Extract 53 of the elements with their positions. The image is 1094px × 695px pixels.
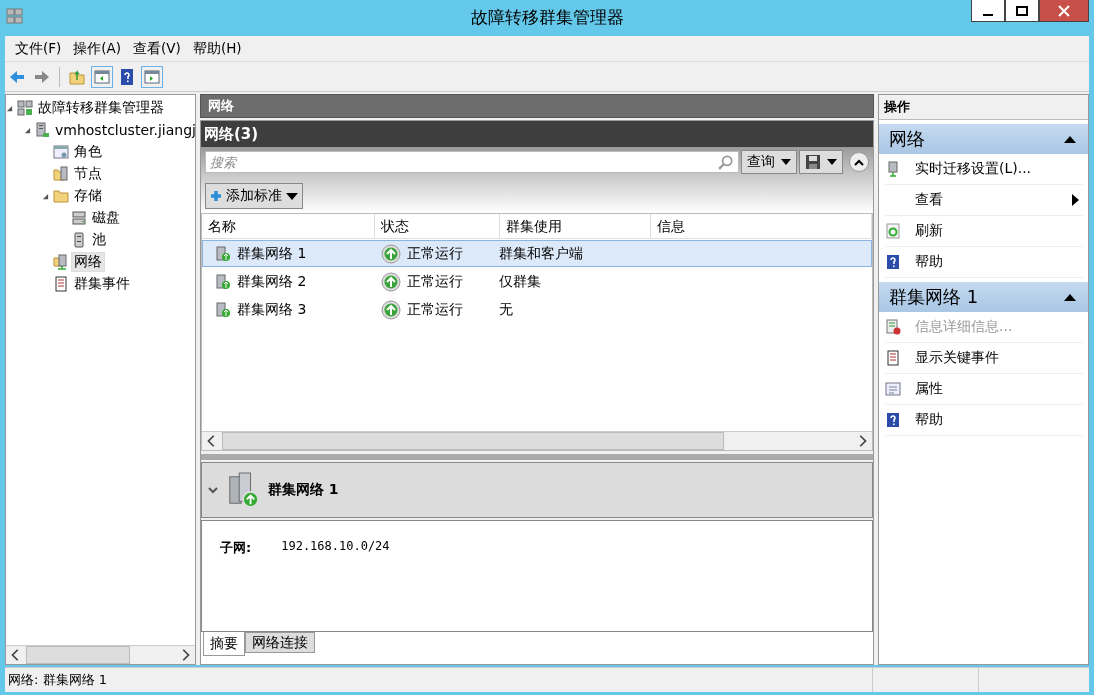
action-item[interactable]: 属性	[885, 374, 1083, 405]
add-criteria-button[interactable]: 添加标准	[205, 183, 303, 209]
tree-item[interactable]: 故障转移群集管理器	[36, 99, 166, 117]
table-row[interactable]: 群集网络 3 正常运行 无	[202, 296, 872, 323]
detail-title: 群集网络 1	[268, 481, 339, 499]
action-item[interactable]: 帮助	[885, 247, 1083, 278]
tree-item[interactable]: 磁盘	[90, 209, 122, 227]
field-label: 子网:	[220, 539, 252, 557]
tree-item[interactable]: vmhostcluster.jiangj	[53, 122, 195, 138]
menu-item[interactable]: 文件(F)	[9, 39, 68, 58]
tree-item[interactable]: 群集事件	[72, 275, 132, 293]
tree-item[interactable]: 角色	[72, 143, 104, 161]
cluster-use-text: 仅群集	[499, 272, 541, 291]
tree-item[interactable]: 节点	[72, 165, 104, 183]
cluster-use-text: 群集和客户端	[499, 244, 583, 263]
tree-item[interactable]: 网络	[72, 253, 104, 271]
status-text: 正常运行	[407, 300, 463, 319]
column-header[interactable]: 状态	[375, 214, 500, 238]
search-field[interactable]: 搜索	[205, 151, 739, 173]
section-title: 网络	[889, 127, 925, 151]
window-title: 故障转移群集管理器	[469, 6, 625, 29]
tab[interactable]: 网络连接	[245, 632, 315, 653]
status-text: 正常运行	[407, 272, 463, 291]
action-item[interactable]: 显示关键事件	[885, 343, 1083, 374]
section-header[interactable]: 网络	[879, 124, 1088, 154]
menu-item[interactable]: 帮助(H)	[186, 39, 248, 58]
menu-item[interactable]: 查看(V)	[127, 39, 187, 58]
table-row[interactable]: 群集网络 2 正常运行 仅群集	[202, 268, 872, 295]
table-row[interactable]: 群集网络 1 正常运行 群集和客户端	[202, 240, 872, 267]
section-header[interactable]: 群集网络 1	[879, 282, 1088, 312]
column-header[interactable]: 名称	[202, 214, 375, 238]
list-title: 网络(3)	[201, 121, 873, 147]
field-value: 192.168.10.0/24	[281, 539, 390, 555]
action-item[interactable]: 查看	[885, 185, 1083, 216]
pane-header: 网络	[200, 94, 874, 118]
query-button[interactable]: 查询	[741, 150, 797, 174]
menu-item[interactable]: 操作(A)	[67, 39, 128, 58]
status-text: 正常运行	[407, 244, 463, 263]
column-header[interactable]: 群集使用	[500, 214, 651, 238]
tree-item[interactable]: 池	[90, 231, 108, 249]
tree-item[interactable]: 存储	[72, 187, 104, 205]
network-name: 群集网络 3	[237, 300, 307, 319]
column-header[interactable]: 信息	[651, 214, 872, 238]
action-item[interactable]: 实时迁移设置(L)...	[885, 154, 1083, 185]
network-name: 群集网络 1	[237, 244, 307, 263]
tab[interactable]: 摘要	[203, 632, 245, 656]
action-item[interactable]: 帮助	[885, 405, 1083, 436]
action-item[interactable]: 刷新	[885, 216, 1083, 247]
network-name: 群集网络 2	[237, 272, 307, 291]
pane-header: 操作	[879, 95, 1088, 120]
status-text: 网络: 群集网络 1	[7, 671, 108, 689]
cluster-use-text: 无	[499, 300, 513, 319]
section-title: 群集网络 1	[889, 285, 979, 309]
